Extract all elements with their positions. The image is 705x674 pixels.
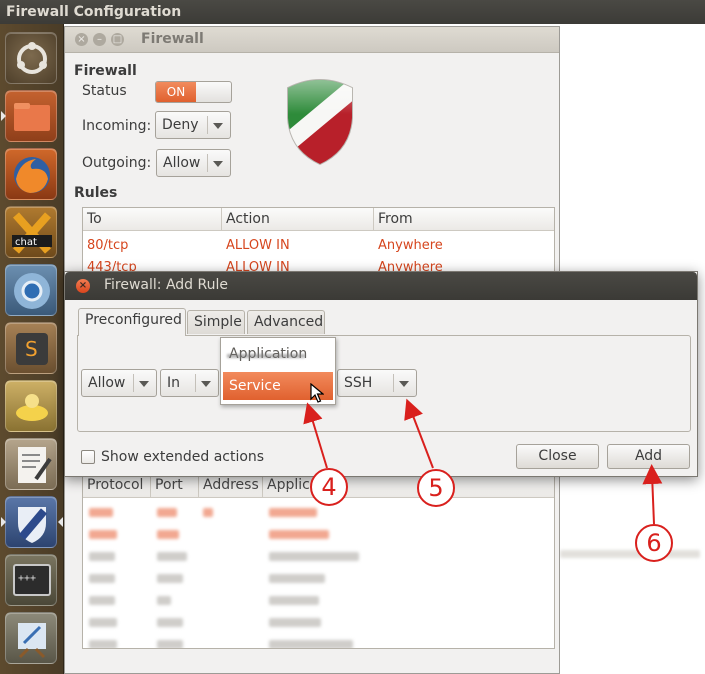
column-header-address[interactable]: Address bbox=[199, 474, 263, 497]
svg-text:S: S bbox=[25, 337, 38, 361]
chevron-down-icon bbox=[201, 381, 211, 387]
callout-6: 6 bbox=[635, 524, 673, 562]
service-value: SSH bbox=[344, 375, 373, 391]
firewall-section-title: Firewall bbox=[74, 63, 137, 79]
service-combo[interactable]: SSH bbox=[337, 369, 417, 397]
xchat-icon[interactable]: chat bbox=[5, 206, 57, 258]
files-icon[interactable] bbox=[5, 90, 57, 142]
direction-combo[interactable]: In bbox=[160, 369, 219, 397]
show-extended-checkbox[interactable] bbox=[81, 450, 95, 464]
rule-to: 80/tcp bbox=[87, 238, 129, 253]
main-window-titlebar[interactable]: × – □ Firewall bbox=[65, 27, 559, 53]
firefox-icon[interactable] bbox=[5, 148, 57, 200]
column-header-protocol[interactable]: Protocol bbox=[83, 474, 151, 497]
column-header-action[interactable]: Action bbox=[222, 208, 374, 231]
firewall-shield-icon[interactable] bbox=[5, 496, 57, 548]
blurred-content bbox=[560, 550, 700, 558]
mouse-pointer-icon bbox=[310, 383, 324, 403]
launcher: chat S +++ bbox=[0, 24, 64, 674]
chevron-down-icon bbox=[213, 161, 223, 167]
incoming-value: Deny bbox=[162, 117, 199, 133]
tab-preconfigured[interactable]: Preconfigured bbox=[78, 308, 186, 336]
policy-value: Allow bbox=[88, 375, 126, 391]
sublime-text-icon[interactable]: S bbox=[5, 322, 57, 374]
terminal-icon[interactable]: +++ bbox=[5, 554, 57, 606]
close-icon[interactable]: × bbox=[76, 279, 90, 293]
policy-combo[interactable]: Allow bbox=[81, 369, 157, 397]
outgoing-label: Outgoing: bbox=[82, 155, 152, 171]
rules-section-title: Rules bbox=[74, 185, 118, 201]
svg-text:+++: +++ bbox=[18, 573, 36, 584]
svg-text:chat: chat bbox=[15, 237, 37, 248]
focused-indicator bbox=[58, 517, 63, 527]
chromium-icon[interactable] bbox=[5, 264, 57, 316]
tab-simple[interactable]: Simple bbox=[187, 310, 245, 334]
outgoing-value: Allow bbox=[163, 155, 201, 171]
tab-advanced[interactable]: Advanced bbox=[247, 310, 325, 334]
direction-value: In bbox=[167, 375, 181, 391]
running-indicator bbox=[1, 517, 6, 527]
dialog-titlebar[interactable]: × Firewall: Add Rule bbox=[65, 272, 697, 300]
column-header-to[interactable]: To bbox=[83, 208, 222, 231]
incoming-combo[interactable]: Deny bbox=[155, 111, 231, 139]
status-label: Status bbox=[82, 83, 127, 99]
column-header-application[interactable]: Applic bbox=[263, 474, 554, 497]
rule-from: Anywhere bbox=[378, 238, 443, 253]
close-icon[interactable]: × bbox=[75, 33, 88, 46]
main-window-title: Firewall bbox=[141, 31, 204, 47]
add-rule-dialog: × Firewall: Add Rule Preconfigured Simpl… bbox=[64, 271, 698, 477]
chevron-down-icon bbox=[399, 381, 409, 387]
firewall-logo-icon bbox=[287, 79, 353, 166]
text-editor-icon[interactable] bbox=[5, 438, 57, 490]
chevron-down-icon bbox=[139, 381, 149, 387]
status-toggle-on: ON bbox=[156, 82, 196, 102]
drawing-app-icon[interactable] bbox=[5, 612, 57, 664]
outgoing-combo[interactable]: Allow bbox=[156, 149, 231, 177]
rule-action: ALLOW IN bbox=[226, 238, 290, 253]
dash-home-icon[interactable] bbox=[5, 32, 57, 84]
running-indicator bbox=[1, 111, 6, 121]
minimize-icon[interactable]: – bbox=[93, 33, 106, 46]
strikethrough-mark bbox=[227, 354, 305, 358]
close-button[interactable]: Close bbox=[516, 444, 599, 469]
show-extended-label: Show extended actions bbox=[101, 449, 265, 465]
dialog-title: Firewall: Add Rule bbox=[104, 277, 228, 293]
callout-5: 5 bbox=[417, 469, 455, 507]
top-panel: Firewall Configuration bbox=[0, 0, 705, 24]
incoming-label: Incoming: bbox=[82, 118, 152, 134]
genie-lamp-icon[interactable] bbox=[5, 380, 57, 432]
status-toggle[interactable]: ON bbox=[155, 81, 232, 103]
maximize-icon[interactable]: □ bbox=[111, 33, 124, 46]
column-header-from[interactable]: From bbox=[374, 208, 554, 231]
column-header-port[interactable]: Port bbox=[151, 474, 199, 497]
add-button[interactable]: Add bbox=[607, 444, 690, 469]
chevron-down-icon bbox=[213, 123, 223, 129]
rules-table-header: To Action From bbox=[83, 208, 554, 231]
top-panel-title: Firewall Configuration bbox=[6, 4, 182, 20]
callout-4: 4 bbox=[310, 468, 348, 506]
